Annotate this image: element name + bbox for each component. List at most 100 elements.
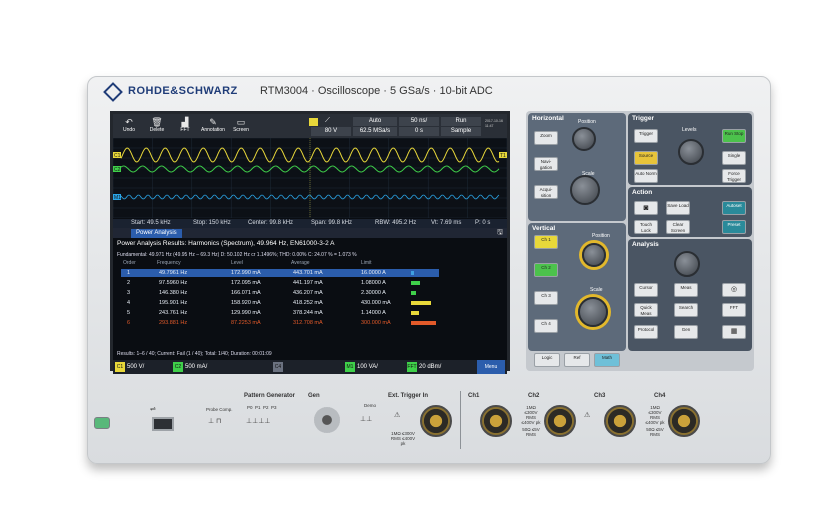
vertical-scale-knob[interactable] [578, 297, 608, 327]
cell-level: 87.2253 mA [231, 320, 261, 326]
screenshot-button[interactable]: ◙ [634, 201, 658, 215]
zoom-button[interactable]: Zoom [534, 131, 558, 145]
ch1-button[interactable]: Ch 1 [534, 235, 558, 249]
analysis-title: Analysis [632, 241, 659, 248]
screen-button[interactable]: ▭ Screen [227, 116, 255, 136]
ch4-button[interactable]: Ch 4 [534, 319, 558, 333]
run-state[interactable]: Run [441, 117, 481, 126]
fft-key[interactable]: FFT [722, 303, 746, 317]
pattern-pin-p3: P3 [271, 405, 277, 410]
span-center[interactable]: Center: 99.8 kHz [248, 219, 293, 228]
ch2-connector[interactable] [544, 405, 576, 437]
trigger-button[interactable]: Trigger [634, 129, 658, 143]
menu-button[interactable]: Menu [477, 360, 505, 374]
vertical-position-knob[interactable] [582, 243, 606, 267]
c4-status[interactable]: C4 [273, 362, 303, 372]
level-bar [411, 301, 431, 305]
search-button[interactable]: Search [674, 303, 698, 317]
power-analysis-title: Power Analysis Results: Harmonics (Spect… [117, 240, 335, 247]
ch1-connector[interactable] [480, 405, 512, 437]
usb-port[interactable] [152, 417, 174, 431]
single-button[interactable]: Single [722, 151, 746, 165]
sample-rate[interactable]: 62.5 MSa/s [353, 127, 397, 136]
ch1-status[interactable]: C1 500 V/ [115, 362, 171, 372]
gen-output-connector[interactable] [314, 407, 340, 433]
pattern-pins[interactable]: ⊥⊥⊥⊥ [246, 417, 270, 425]
gen-button[interactable]: Gen [674, 325, 698, 339]
ch2-button[interactable]: Ch 2 [534, 263, 558, 277]
table-row[interactable]: 2 97.5960 Hz 172.095 mA 441.197 mA 1.08000 A [121, 279, 439, 287]
time-scale[interactable]: 50 ns/ [399, 117, 439, 126]
demo-label: Demo [364, 403, 377, 408]
table-row[interactable]: 4 195.901 Hz 158.920 mA 418.252 mA 430.000 m… [121, 299, 439, 307]
power-button[interactable] [94, 417, 110, 429]
save-results-icon[interactable]: 🖫 [497, 228, 503, 239]
status-bar: C1 500 V/ C2 500 mA/ C4 M1 100 VA/ FFT 2… [113, 360, 507, 374]
span-stop[interactable]: Stop: 150 kHz [193, 219, 231, 228]
ch2-marker-label: C2 [114, 167, 121, 173]
ext-trigger-connector[interactable] [420, 405, 452, 437]
annotation-button[interactable]: ✎ Annotation [199, 116, 227, 136]
target-button[interactable]: ◎ [722, 283, 746, 297]
meas-button[interactable]: Meas [674, 283, 698, 297]
auto-norm-button[interactable]: Auto Norm [634, 169, 658, 183]
acq-mode[interactable]: Sample [441, 127, 481, 136]
waveform-area[interactable]: C1 C2 M1 T1 [113, 138, 507, 218]
ch3-connector[interactable] [604, 405, 636, 437]
cell-avg: 436.207 mA [293, 290, 323, 296]
math-button[interactable]: Math [594, 353, 620, 367]
tab-bar: Power Analysis 🖫 [113, 228, 507, 238]
ch2-status[interactable]: C2 500 mA/ [173, 362, 259, 372]
logic-button[interactable]: Logic [534, 353, 560, 367]
cursor-button[interactable]: Cursor [634, 283, 658, 297]
acquisition-button[interactable]: Acqui-sition [534, 185, 558, 199]
table-row[interactable]: 5 243.761 Hz 129.990 mA 378.244 mA 1.14000 A [121, 309, 439, 317]
m1-scale: 100 VA/ [357, 364, 378, 370]
tab-power-analysis[interactable]: Power Analysis [131, 229, 182, 238]
cell-limit: 16.0000 A [361, 270, 386, 276]
force-trigger-button[interactable]: Force Trigger [722, 169, 746, 183]
probe-comp-terminals[interactable]: ⊥ ⊓ [208, 417, 222, 425]
front-connector-panel: ⇌ Pattern Generator Probe Comp. ⊥ ⊓ P0 P… [88, 387, 772, 465]
demo-terminals[interactable]: ⊥⊥ [360, 415, 372, 423]
span-width[interactable]: Span: 99.8 kHz [311, 219, 352, 228]
fft-button[interactable]: ▟ FFT [171, 116, 199, 136]
protocol-button[interactable]: Protocol [634, 325, 658, 339]
save-load-button[interactable]: Save Load [666, 201, 690, 215]
level-bar [411, 291, 416, 295]
source-button[interactable]: Source [634, 151, 658, 165]
trigger-level-knob[interactable] [678, 139, 704, 165]
table-row[interactable]: 1 49.7961 Hz 172.990 mA 443.701 mA 16.0000 A [121, 269, 439, 277]
fft-status[interactable]: FFT 20 dBm/ [407, 362, 467, 372]
clear-screen-button[interactable]: Clear Screen [666, 220, 690, 234]
ch4-connector[interactable] [668, 405, 700, 437]
touch-screen[interactable]: ↶ Undo 🗑 Delete ▟ FFT ✎ Annotation ▭ Screen ⟋… [110, 111, 510, 374]
time-offset[interactable]: 0 s [399, 127, 439, 136]
trigger-section: Trigger Trigger Run Stop Source Single A… [628, 113, 752, 185]
quick-meas-button[interactable]: Quick Meas [634, 303, 658, 317]
preset-button[interactable]: Preset [722, 220, 746, 234]
cell-avg: 418.252 mA [293, 300, 323, 306]
cell-freq: 293.881 Hz [159, 320, 188, 326]
table-row[interactable]: 3 146.380 Hz 166.071 mA 436.207 mA 2.30000 A [121, 289, 439, 297]
table-row[interactable]: 6 293.881 Hz 87.2253 mA 312.708 mA 300.000 m… [121, 319, 439, 327]
apps-button[interactable]: ▦ [722, 325, 746, 339]
touch-lock-button[interactable]: Touch Lock [634, 220, 658, 234]
horizontal-position-knob[interactable] [572, 127, 596, 151]
toolbar: ↶ Undo 🗑 Delete ▟ FFT ✎ Annotation ▭ Screen ⟋… [113, 114, 507, 138]
trigger-level[interactable]: 80 V [311, 127, 351, 136]
span-start[interactable]: Start: 49.5 kHz [131, 219, 171, 228]
trigger-mode[interactable]: Auto [353, 117, 397, 126]
m1-status[interactable]: M1 100 VA/ [345, 362, 405, 372]
run-stop-button[interactable]: Run Stop [722, 129, 746, 143]
trigger-slope-icon[interactable]: ⟋ [325, 117, 330, 125]
delete-button[interactable]: 🗑 Delete [143, 116, 171, 136]
autoset-button[interactable]: Autoset [722, 201, 746, 215]
ref-button[interactable]: Ref [564, 353, 590, 367]
rbw[interactable]: RBW: 495.2 Hz [375, 219, 416, 228]
navigation-knob[interactable] [674, 251, 700, 277]
undo-button[interactable]: ↶ Undo [115, 116, 143, 136]
horizontal-scale-knob[interactable] [570, 175, 600, 205]
ch3-button[interactable]: Ch 3 [534, 291, 558, 305]
navigation-button[interactable]: Navi-gation [534, 157, 558, 171]
